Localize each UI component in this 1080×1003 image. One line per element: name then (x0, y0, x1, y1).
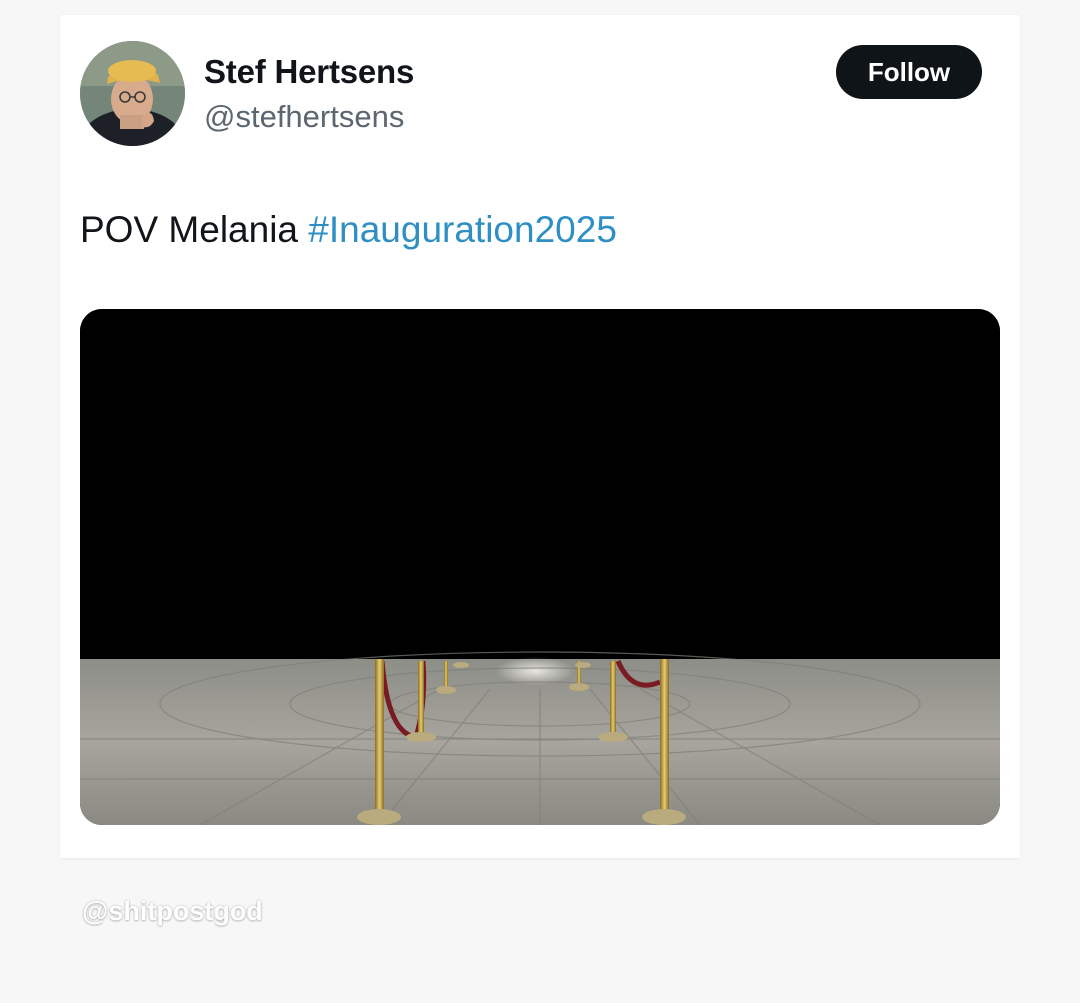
video-thumbnail-icon (80, 309, 1000, 825)
tweet-body: POV Melania (80, 209, 298, 250)
tweet-card: Stef Hertsens @stefhertsens Follow POV M… (60, 15, 1020, 858)
avatar[interactable] (80, 41, 185, 146)
author-display-name[interactable]: Stef Hertsens (204, 53, 414, 91)
avatar-image (80, 41, 185, 146)
hashtag-link[interactable]: #Inauguration2025 (308, 209, 617, 250)
author-handle[interactable]: @stefhertsens (204, 99, 404, 135)
tweet-media-video[interactable] (80, 309, 1000, 825)
follow-button[interactable]: Follow (836, 45, 982, 99)
watermark-text: @shitpostgod (82, 896, 263, 926)
tweet-text: POV Melania #Inauguration2025 (80, 209, 617, 251)
